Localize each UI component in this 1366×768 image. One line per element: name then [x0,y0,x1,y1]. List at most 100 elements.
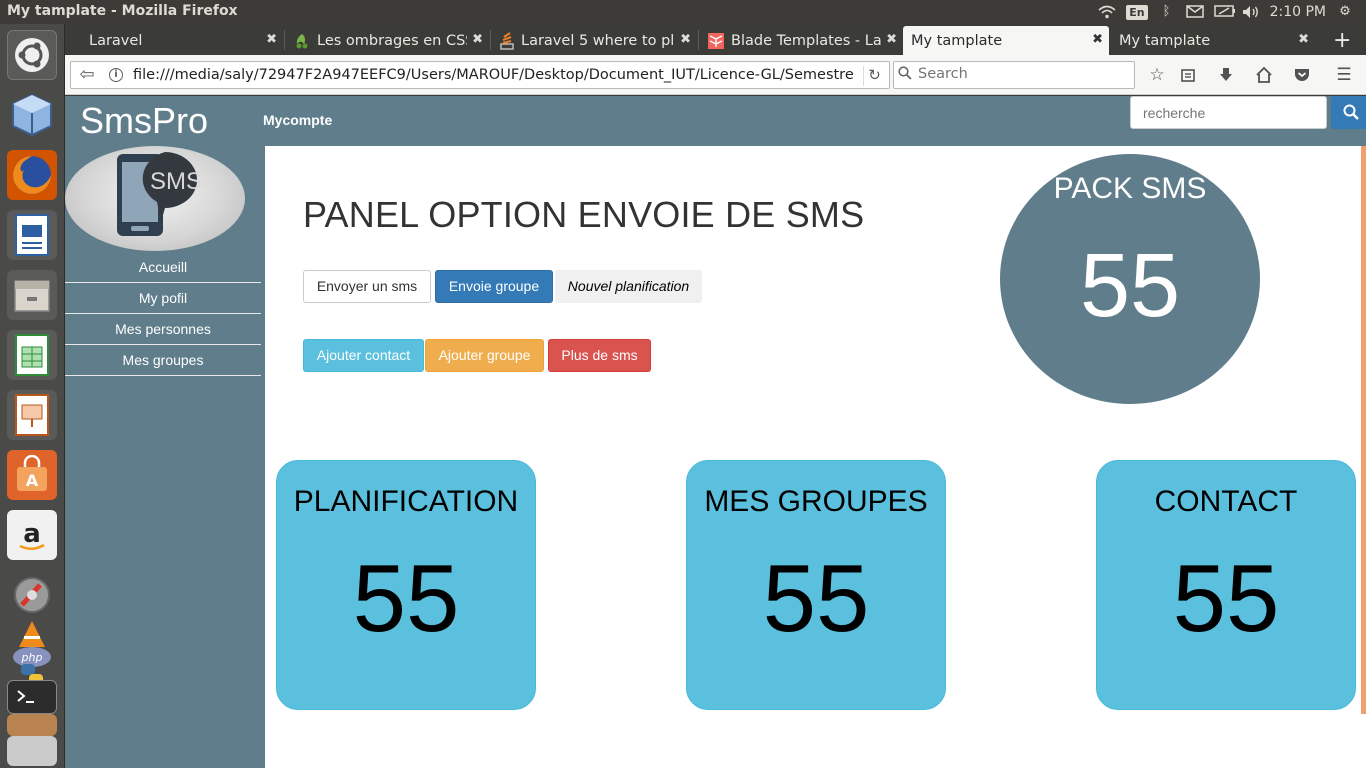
tab-close-icon[interactable]: ✖ [680,32,691,47]
terminal-icon[interactable] [7,680,57,714]
svg-text:a: a [23,519,41,549]
logo-text: SMS [150,168,202,195]
libreoffice-impress-icon[interactable] [7,390,57,440]
drawer-icon[interactable] [7,714,57,736]
card-planification[interactable]: PLANIFICATION 55 [276,460,536,710]
app-navbar: SmsPro Mycompte [65,96,1366,146]
mail-icon[interactable] [1185,5,1204,19]
sidebar-item-profil[interactable]: My pofil [65,283,261,314]
tab-laravel[interactable]: Laravel ✖ [65,26,283,55]
url-text[interactable]: file:///media/saly/72947F2A947EEFC9/User… [133,67,853,83]
pocket-icon[interactable] [1289,63,1315,87]
sidebar-item-label: My pofil [138,290,188,306]
more-sms-button[interactable]: Plus de sms [548,339,651,372]
add-contact-button[interactable]: Ajouter contact [303,339,424,372]
card-mes-groupes[interactable]: MES GROUPES 55 [686,460,946,710]
tab-my-tamplate[interactable]: My tamplate ✖ [1111,26,1315,55]
browser-search-box[interactable] [893,61,1135,89]
keyboard-layout-indicator[interactable]: En [1126,4,1148,20]
tab-label: My tamplate [911,32,1003,49]
pack-value: 55 [1079,236,1181,336]
trash-icon[interactable] [7,736,57,766]
battery-icon[interactable] [1213,5,1235,19]
card-title: CONTACT [1154,485,1298,518]
pack-title: PACK SMS [1053,172,1207,205]
sidebar-item-label: Mes personnes [115,321,211,337]
system-settings-icon[interactable] [7,570,57,620]
svg-text:A: A [26,471,39,490]
tab-close-icon[interactable]: ✖ [1092,32,1103,47]
page-scrollbar[interactable] [1361,146,1366,714]
sidebar-item-label: Accueill [138,259,188,275]
sidebar-item-label: Mes groupes [122,352,204,368]
hamburger-menu-icon[interactable]: ☰ [1331,63,1357,87]
tab-label: Blade Templates - Lara [731,32,881,49]
file-manager-icon[interactable] [7,270,57,320]
browser-nav-bar: ⇦ i file:///media/saly/72947F2A947EEFC9/… [65,55,1366,95]
tab-laravel-where[interactable]: Laravel 5 where to pla ✖ [491,26,697,55]
sms-logo: SMS [65,146,245,251]
window-title: My tamplate - Mozilla Firefox [7,3,238,19]
app-search-button[interactable] [1331,96,1366,129]
tab-close-icon[interactable]: ✖ [266,32,277,47]
card-contact[interactable]: CONTACT 55 [1096,460,1356,710]
browser-tab-bar: Laravel ✖ Les ombrages en CSS3 ✖ Laravel… [65,24,1366,55]
tab-label: Laravel [89,32,143,49]
page-title: PANEL OPTION ENVOIE DE SMS [303,194,865,235]
back-arrow-icon[interactable]: ⇦ [71,62,103,88]
web-page: SmsPro Mycompte SMS Accueill My pofil Me… [65,96,1366,768]
tab-ombrages-css3[interactable]: Les ombrages en CSS3 ✖ [285,26,489,55]
nav-link-mycompte[interactable]: Mycompte [263,112,332,128]
search-icon [1343,104,1359,120]
tab-my-tamplate-active[interactable]: My tamplate ✖ [903,26,1109,55]
url-bar[interactable]: ⇦ i file:///media/saly/72947F2A947EEFC9/… [70,61,890,89]
add-group-button[interactable]: Ajouter groupe [425,339,544,372]
firefox-icon[interactable] [7,150,57,200]
site-info-icon[interactable]: i [109,68,123,82]
libreoffice-calc-icon[interactable] [7,330,57,380]
bluetooth-icon[interactable]: ᛒ [1158,5,1176,19]
browser-search-input[interactable] [918,66,1128,82]
amazon-icon[interactable]: a [7,510,57,560]
app-search-input[interactable] [1130,96,1327,129]
new-tab-button[interactable]: + [1321,26,1361,55]
bookmark-star-icon[interactable]: ☆ [1144,63,1170,87]
home-icon[interactable] [1251,63,1277,87]
system-top-panel: My tamplate - Mozilla Firefox En ᛒ 2:10 … [0,0,1366,24]
virtualbox-icon[interactable] [7,90,57,140]
tab-blade-templates[interactable]: Blade Templates - Lara ✖ [699,26,903,55]
volume-icon[interactable] [1242,5,1260,19]
tab-close-icon[interactable]: ✖ [886,32,897,47]
sidebar-item-accueil[interactable]: Accueill [65,252,261,283]
card-value: 55 [1172,545,1280,652]
ubuntu-launcher: A a php [0,24,65,768]
libreoffice-writer-icon[interactable] [7,210,57,260]
software-center-icon[interactable]: A [7,450,57,500]
tab-favicon-icon [293,32,311,50]
sms-pack-counter: PACK SMS 55 [1000,154,1260,404]
settings-gear-icon[interactable]: ⚙ [1336,5,1354,19]
plus-icon: + [1333,28,1352,53]
clock[interactable]: 2:10 PM [1270,4,1326,20]
tab-close-icon[interactable]: ✖ [472,32,483,47]
download-icon[interactable] [1213,63,1239,87]
new-schedule-button[interactable]: Nouvel planification [555,270,702,303]
card-title: PLANIFICATION [293,485,519,518]
brand-logo-text[interactable]: SmsPro [80,100,208,142]
tab-close-icon[interactable]: ✖ [1298,32,1309,47]
ubuntu-dash-icon[interactable] [7,30,57,80]
wifi-icon[interactable] [1098,5,1116,19]
send-sms-button[interactable]: Envoyer un sms [303,270,431,303]
group-send-button[interactable]: Envoie groupe [435,270,553,303]
sidebar-item-groupes[interactable]: Mes groupes [65,345,261,376]
card-value: 55 [762,545,870,652]
search-icon [898,66,912,84]
tab-label: Les ombrages en CSS3 [317,32,467,49]
reload-icon[interactable]: ↻ [863,66,885,86]
main-content: PANEL OPTION ENVOIE DE SMS Envoyer un sm… [265,146,1366,768]
tab-favicon-icon [499,31,515,50]
tab-label: My tamplate [1119,32,1211,49]
reading-list-icon[interactable] [1175,63,1201,87]
sidebar: SMS Accueill My pofil Mes personnes Mes … [65,146,265,768]
sidebar-item-personnes[interactable]: Mes personnes [65,314,261,345]
